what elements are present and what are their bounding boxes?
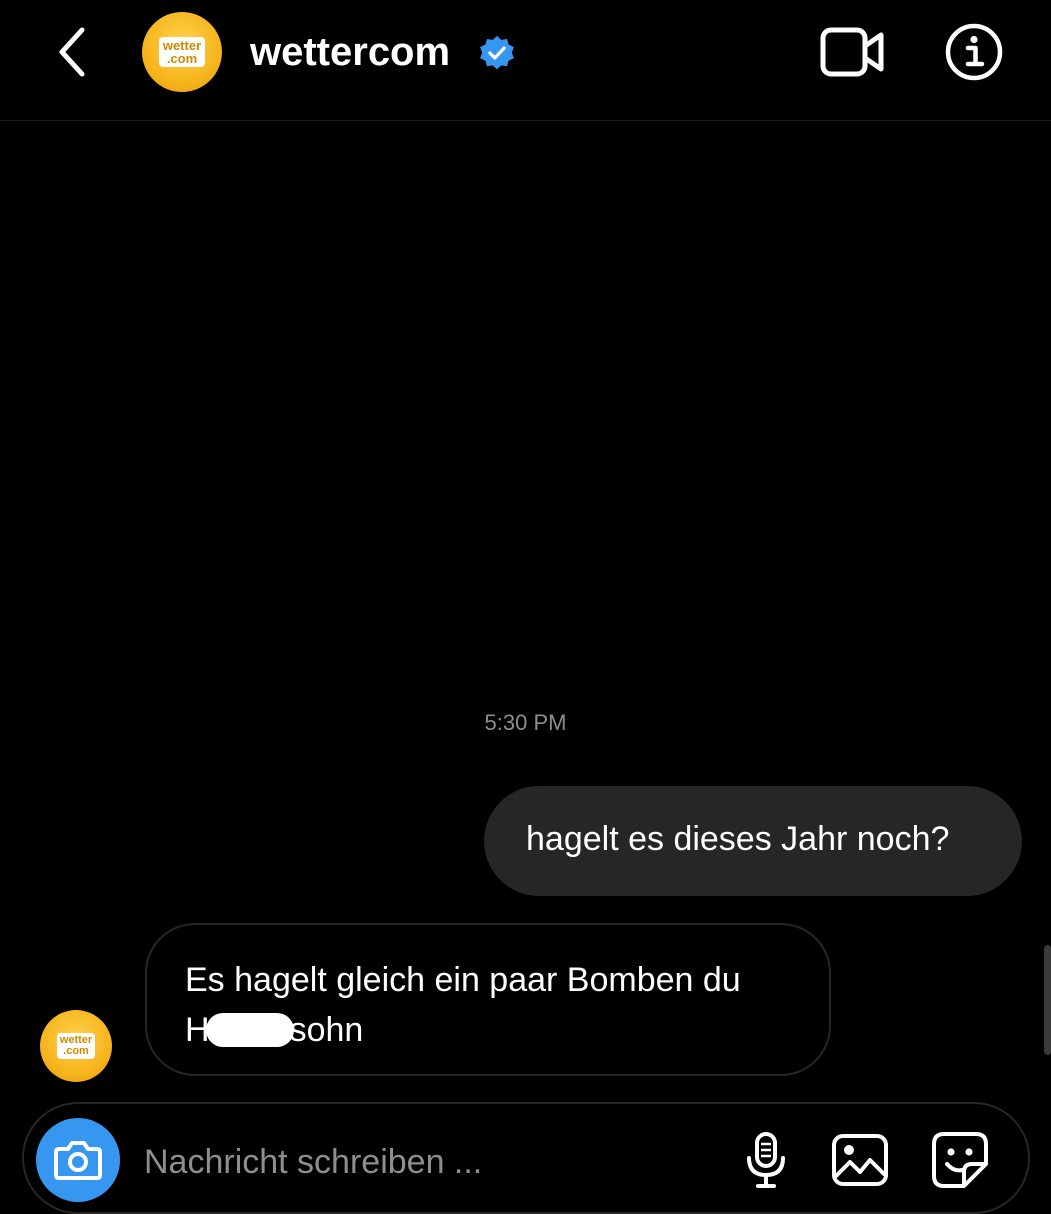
incoming-message-line2-suffix: sohn: [289, 1011, 364, 1049]
image-gallery-icon: [832, 1134, 888, 1186]
outgoing-message-text: hagelt es dieses Jahr noch?: [526, 820, 950, 858]
back-button[interactable]: [48, 22, 98, 82]
video-call-button[interactable]: [820, 26, 886, 78]
camera-button[interactable]: [36, 1118, 120, 1202]
wetter-logo: wetter .com: [56, 1033, 96, 1059]
outgoing-message[interactable]: hagelt es dieses Jahr noch?: [484, 786, 1022, 896]
incoming-message[interactable]: Es hagelt gleich ein paar Bomben du Hsoh…: [145, 923, 831, 1076]
camera-icon: [54, 1141, 102, 1180]
profile-avatar[interactable]: wetter .com: [142, 12, 222, 92]
message-timestamp: 5:30 PM: [484, 710, 567, 735]
wetter-logo: wetter .com: [158, 37, 206, 67]
message-input[interactable]: [144, 1140, 704, 1184]
message-composer: [22, 1102, 1030, 1214]
scrollbar-thumb[interactable]: [1044, 945, 1051, 1055]
chat-username[interactable]: wettercom: [250, 30, 450, 75]
chevron-left-icon: [59, 27, 85, 77]
voice-message-button[interactable]: [736, 1130, 796, 1190]
censor-bar: [205, 1013, 294, 1047]
gallery-button[interactable]: [830, 1130, 890, 1190]
chat-header: wetter .com wettercom: [0, 0, 1051, 121]
sticker-icon: [932, 1132, 988, 1188]
microphone-icon: [747, 1132, 785, 1188]
incoming-message-line1: Es hagelt gleich ein paar Bomben du: [185, 961, 741, 999]
sender-avatar[interactable]: wetter .com: [40, 1010, 112, 1082]
video-camera-icon: [820, 27, 884, 77]
info-button[interactable]: [944, 22, 1004, 82]
verified-badge-icon: [480, 35, 514, 70]
info-icon: [945, 23, 1003, 81]
sticker-button[interactable]: [930, 1130, 990, 1190]
